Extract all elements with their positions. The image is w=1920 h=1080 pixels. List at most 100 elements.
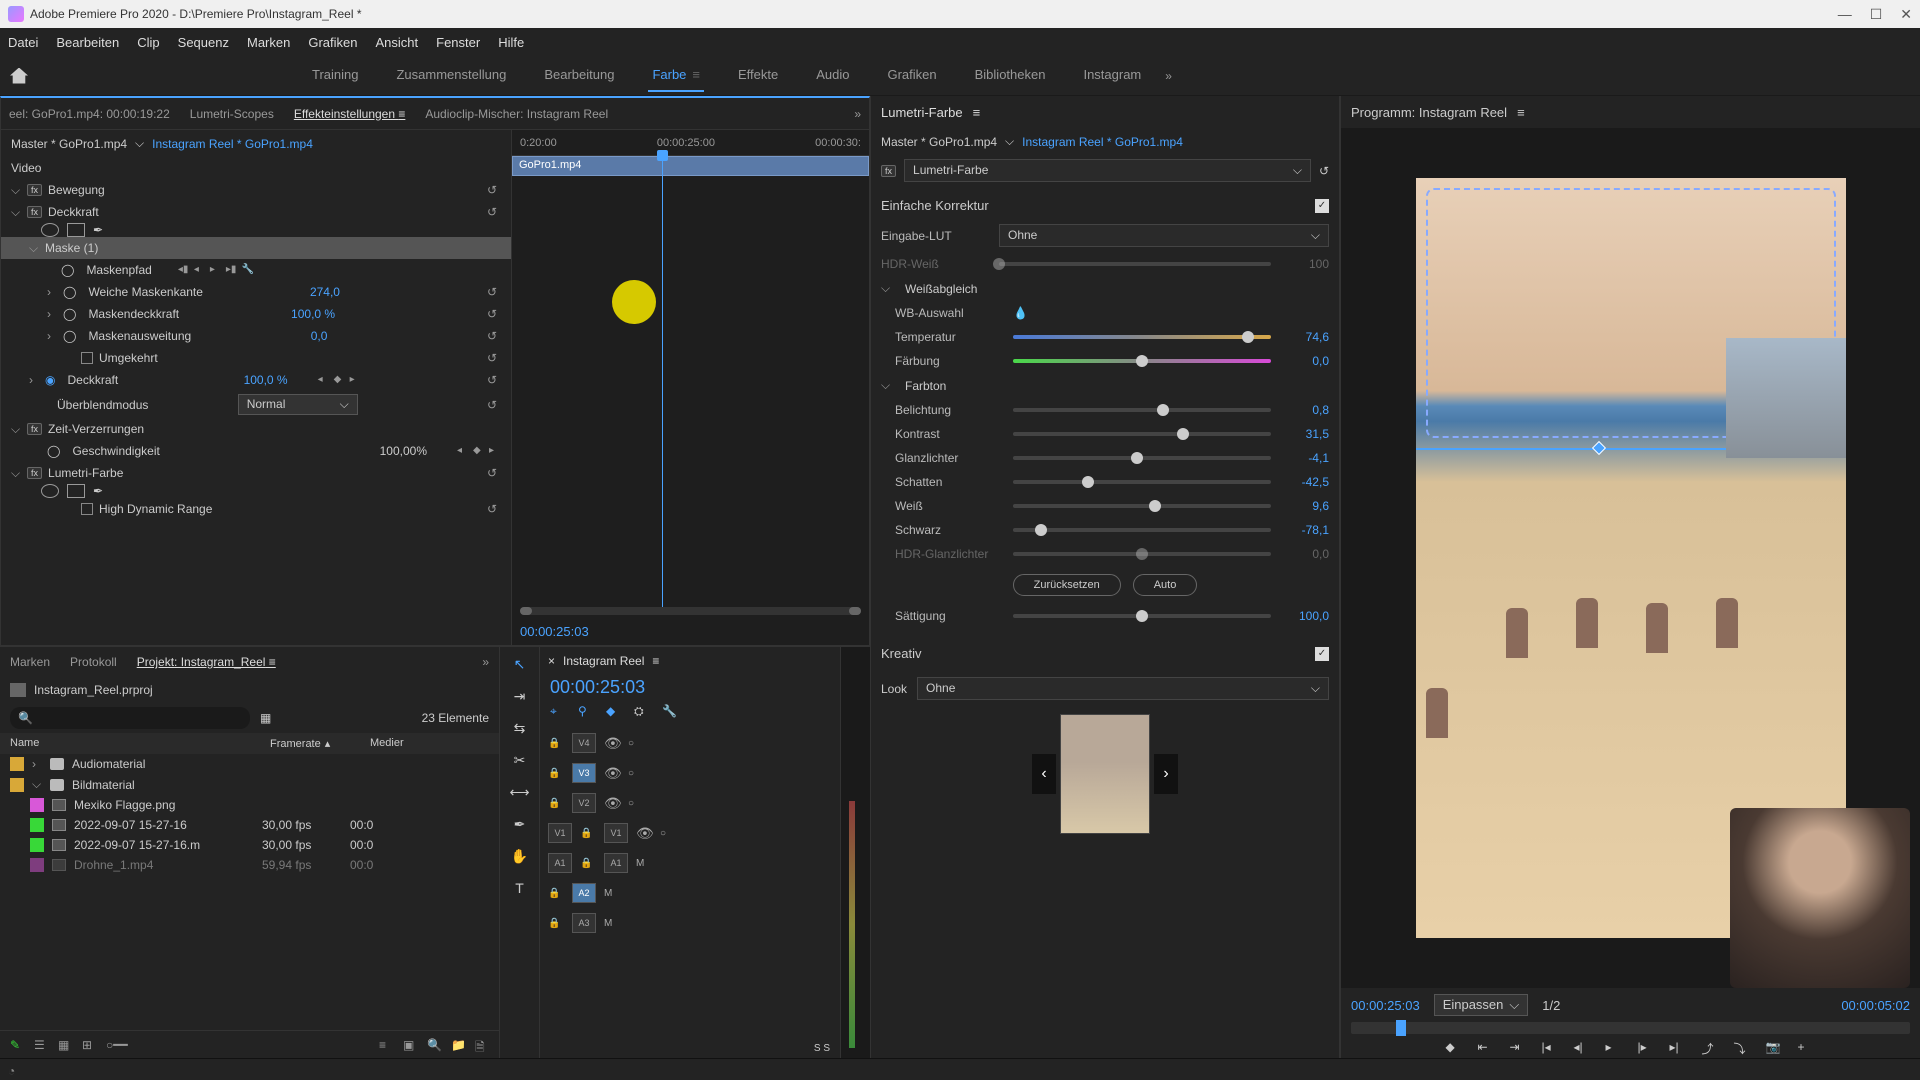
eyedropper-icon[interactable]: 💧: [1013, 306, 1027, 320]
kf-add-icon[interactable]: ◆: [334, 374, 346, 386]
lut-select[interactable]: Ohne⌵: [999, 224, 1329, 247]
ws-grafiken[interactable]: Grafiken: [883, 59, 940, 92]
go-to-in-icon[interactable]: |◂: [1542, 1040, 1560, 1058]
lock-icon[interactable]: 🔒: [548, 768, 564, 779]
extract-icon[interactable]: ⤵: [1734, 1040, 1752, 1058]
clip-bar[interactable]: GoPro1.mp4: [512, 156, 869, 176]
reset-icon[interactable]: ↺: [487, 307, 501, 321]
stopwatch-icon[interactable]: ◯: [63, 307, 76, 321]
razor-tool-icon[interactable]: ✂: [509, 749, 531, 771]
kf-step-fwd-icon[interactable]: ▸▮: [226, 264, 238, 276]
new-bin-icon[interactable]: ▦: [260, 711, 271, 725]
whites-value[interactable]: 9,6: [1279, 499, 1329, 513]
close-button[interactable]: ✕: [1900, 6, 1912, 23]
mask-ellipse-button[interactable]: [41, 223, 59, 237]
ripple-edit-tool-icon[interactable]: ⇆: [509, 717, 531, 739]
col-medien[interactable]: Medier: [370, 737, 404, 750]
panel-menu-icon[interactable]: ≡: [652, 654, 659, 668]
lock-icon[interactable]: 🔒: [580, 858, 596, 869]
kf-wrench-icon[interactable]: 🔧: [242, 264, 254, 276]
track-select-tool-icon[interactable]: ⇥: [509, 685, 531, 707]
exposure-slider[interactable]: [1013, 408, 1271, 412]
mute-button[interactable]: M: [604, 888, 620, 899]
effect-bewegung[interactable]: Bewegung: [48, 183, 105, 197]
saturation-value[interactable]: 100,0: [1279, 609, 1329, 623]
list-view-icon[interactable]: ☰: [34, 1038, 48, 1052]
blacks-value[interactable]: -78,1: [1279, 523, 1329, 537]
look-next-button[interactable]: ›: [1154, 754, 1178, 794]
saturation-slider[interactable]: [1013, 614, 1271, 618]
ws-effekte[interactable]: Effekte: [734, 59, 782, 92]
menu-sequenz[interactable]: Sequenz: [178, 35, 229, 50]
sequence-clip-link[interactable]: Instagram Reel * GoPro1.mp4: [152, 137, 313, 151]
mask-pen-button[interactable]: ✒: [93, 484, 111, 498]
menu-marken[interactable]: Marken: [247, 35, 290, 50]
col-name[interactable]: Name: [10, 737, 270, 750]
maskenausw-value[interactable]: 0,0: [311, 329, 328, 343]
twist-icon[interactable]: ⌵: [11, 205, 21, 220]
list-item[interactable]: ⌵Bildmaterial: [0, 774, 499, 795]
hand-tool-icon[interactable]: ✋: [509, 845, 531, 867]
weiche-value[interactable]: 274,0: [310, 285, 340, 299]
collapse-icon[interactable]: ⌵: [881, 378, 893, 393]
slip-tool-icon[interactable]: ⟷: [509, 781, 531, 803]
stopwatch-active-icon[interactable]: ◉: [45, 373, 55, 387]
col-framerate[interactable]: Framerate▴: [270, 737, 370, 750]
video-track[interactable]: V1🔒V1👁○: [540, 818, 840, 848]
exposure-value[interactable]: 0,8: [1279, 403, 1329, 417]
shadows-slider[interactable]: [1013, 480, 1271, 484]
fx-badge-icon[interactable]: fx: [27, 467, 42, 479]
tab-protokoll[interactable]: Protokoll: [70, 655, 117, 669]
sort-icon[interactable]: ≡: [379, 1038, 393, 1052]
sync-lock-icon[interactable]: ○: [628, 768, 634, 779]
tab-projekt[interactable]: Projekt: Instagram_Reel ≡: [137, 655, 276, 669]
tab-effekteinstellungen[interactable]: Effekteinstellungen ≡: [294, 107, 406, 121]
list-item[interactable]: ›Audiomaterial: [0, 754, 499, 774]
mark-out-icon[interactable]: ⇥: [1510, 1040, 1528, 1058]
stopwatch-icon[interactable]: ◯: [63, 329, 76, 343]
contrast-value[interactable]: 31,5: [1279, 427, 1329, 441]
type-tool-icon[interactable]: T: [509, 877, 531, 899]
ws-farbe[interactable]: Farbe≡: [648, 59, 704, 92]
lift-icon[interactable]: ⤴: [1702, 1040, 1720, 1058]
sync-lock-icon[interactable]: ○: [628, 798, 634, 809]
panel-overflow-icon[interactable]: »: [482, 655, 489, 669]
shadows-value[interactable]: -42,5: [1279, 475, 1329, 489]
lum-clip-link[interactable]: Instagram Reel * GoPro1.mp4: [1022, 135, 1183, 149]
button-editor-icon[interactable]: +: [1798, 1040, 1816, 1058]
kf-play-icon[interactable]: ▸: [210, 264, 222, 276]
look-select[interactable]: Ohne⌵: [917, 677, 1329, 700]
creative-enable-checkbox[interactable]: ✓: [1315, 647, 1329, 661]
automate-icon[interactable]: ▣: [403, 1038, 417, 1052]
panel-overflow-icon[interactable]: »: [854, 107, 861, 121]
reset-icon[interactable]: ↺: [487, 183, 501, 197]
find-icon[interactable]: 🔍: [427, 1038, 441, 1052]
kf-prev-icon[interactable]: ◂: [318, 374, 330, 386]
reset-icon[interactable]: ↺: [487, 351, 501, 365]
hdr-checkbox[interactable]: [81, 503, 93, 515]
effect-timeline[interactable]: 0:20:00 00:00:25:00 00:00:30: GoPro1.mp4…: [511, 130, 869, 645]
program-scrubber[interactable]: [1351, 1022, 1910, 1034]
mask-ellipse-button[interactable]: [41, 484, 59, 498]
zoom-fit-select[interactable]: Einpassen⌵: [1434, 994, 1529, 1016]
kf-add-icon[interactable]: ◆: [473, 445, 485, 457]
reset-icon[interactable]: ↺: [487, 373, 501, 387]
maximize-button[interactable]: ☐: [1870, 6, 1883, 23]
new-bin-icon[interactable]: 📁: [451, 1038, 465, 1052]
panel-menu-icon[interactable]: ≡: [973, 105, 981, 120]
stopwatch-icon[interactable]: ◯: [63, 285, 76, 299]
creative-title[interactable]: Kreativ: [881, 646, 921, 661]
reset-icon[interactable]: ↺: [487, 205, 501, 219]
effect-deckkraft[interactable]: Deckkraft: [48, 205, 99, 219]
ws-audio[interactable]: Audio: [812, 59, 853, 92]
linked-selection-icon[interactable]: ⚲: [578, 704, 596, 722]
temp-value[interactable]: 74,6: [1279, 330, 1329, 344]
mask-pen-button[interactable]: ✒: [93, 223, 111, 237]
ws-zusammenstellung[interactable]: Zusammenstellung: [392, 59, 510, 92]
tab-audioclip-mischer[interactable]: Audioclip-Mischer: Instagram Reel: [425, 107, 608, 121]
snap-icon[interactable]: ⌖: [550, 704, 568, 722]
ws-training[interactable]: Training: [308, 59, 362, 92]
play-icon[interactable]: ▸: [1606, 1040, 1624, 1058]
program-timecode[interactable]: 00:00:25:03: [1351, 998, 1420, 1013]
add-marker-icon[interactable]: ◆: [606, 704, 624, 722]
